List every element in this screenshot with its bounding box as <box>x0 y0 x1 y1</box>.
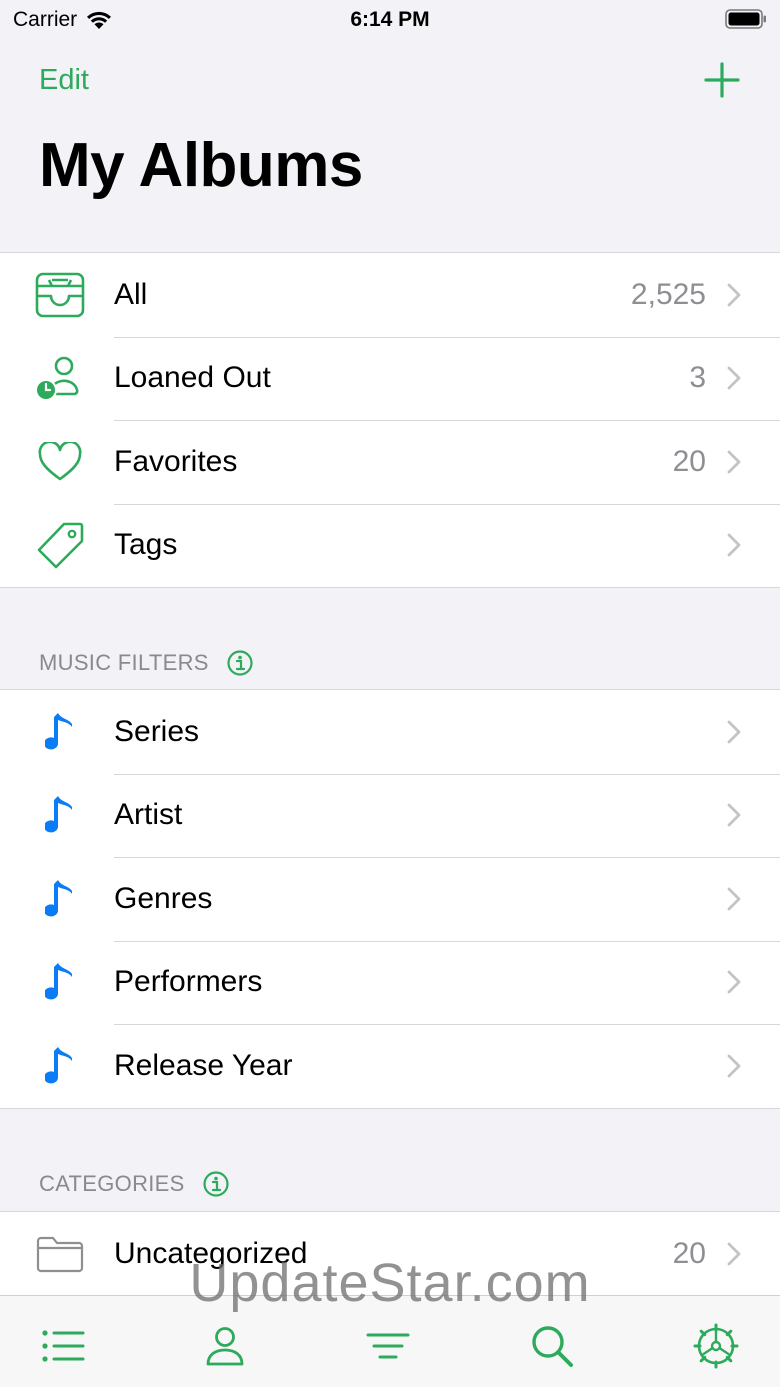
page-title: My Albums <box>39 131 363 200</box>
row-label: Artist <box>114 798 183 832</box>
row-label: Loaned Out <box>114 361 271 395</box>
chevron-right-icon <box>727 887 741 911</box>
library-group: All 2,525 Loaned Out 3 Favorites 20 Tags <box>0 252 780 588</box>
tab-people[interactable] <box>200 1324 250 1368</box>
library-row-all[interactable]: All 2,525 <box>0 253 780 337</box>
chevron-right-icon <box>727 1054 741 1078</box>
chevron-right-icon <box>727 720 741 744</box>
chevron-right-icon <box>727 803 741 827</box>
filter-row-series[interactable]: Series <box>0 690 780 774</box>
tab-list[interactable] <box>38 1324 88 1368</box>
status-time: 6:14 PM <box>350 8 430 31</box>
section-title: CATEGORIES <box>39 1171 185 1196</box>
chevron-right-icon <box>727 450 741 474</box>
filter-icon <box>366 1333 410 1359</box>
library-row-tags[interactable]: Tags <box>0 503 780 588</box>
edit-button[interactable]: Edit <box>39 64 89 97</box>
music-note-icon <box>34 1040 86 1092</box>
row-label: Favorites <box>114 444 238 478</box>
chevron-right-icon <box>727 970 741 994</box>
chevron-right-icon <box>727 283 741 307</box>
person-icon <box>206 1327 244 1366</box>
tab-filter[interactable] <box>363 1324 413 1368</box>
chevron-right-icon <box>727 1242 741 1266</box>
row-count: 20 <box>672 444 706 478</box>
row-label: Performers <box>114 965 263 999</box>
categories-header: CATEGORIES <box>39 1171 229 1197</box>
chevron-right-icon <box>727 533 741 557</box>
category-row-uncategorized[interactable]: Uncategorized 20 <box>0 1212 780 1296</box>
filter-row-artist[interactable]: Artist <box>0 773 780 858</box>
tab-search[interactable] <box>527 1324 577 1368</box>
row-label: Genres <box>114 881 213 915</box>
categories-group: Uncategorized 20 <box>0 1211 780 1296</box>
info-icon[interactable] <box>203 1171 229 1197</box>
status-bar: Carrier 6:14 PM <box>0 0 780 40</box>
tab-bar <box>0 1295 780 1387</box>
row-count: 3 <box>689 361 706 395</box>
filter-row-genres[interactable]: Genres <box>0 857 780 941</box>
navigation-bar: Edit <box>0 40 780 120</box>
folder-icon <box>34 1228 86 1280</box>
music-note-icon <box>34 789 86 841</box>
row-label: Series <box>114 714 200 748</box>
filter-row-performers[interactable]: Performers <box>0 940 780 1025</box>
library-row-loaned-out[interactable]: Loaned Out 3 <box>0 336 780 421</box>
tag-icon <box>34 519 86 571</box>
music-note-icon <box>34 956 86 1008</box>
music-filters-group: Series Artist Genres Performers Release … <box>0 689 780 1109</box>
row-count: 20 <box>672 1236 706 1270</box>
plus-icon <box>704 62 740 98</box>
music-note-icon <box>34 873 86 925</box>
gear-icon <box>693 1323 739 1369</box>
add-button[interactable] <box>702 60 742 100</box>
row-label: Release Year <box>114 1048 293 1082</box>
filter-row-release-year[interactable]: Release Year <box>0 1024 780 1108</box>
library-row-favorites[interactable]: Favorites 20 <box>0 420 780 504</box>
heart-icon <box>34 436 86 488</box>
music-note-icon <box>34 706 86 758</box>
inbox-tray-icon <box>34 269 86 321</box>
search-icon <box>532 1326 573 1367</box>
info-icon[interactable] <box>227 650 253 676</box>
music-filters-header: MUSIC FILTERS <box>39 650 253 676</box>
tab-settings[interactable] <box>691 1323 741 1369</box>
section-title: MUSIC FILTERS <box>39 650 209 675</box>
list-icon <box>42 1330 85 1362</box>
row-label: Tags <box>114 528 178 562</box>
chevron-right-icon <box>727 366 741 390</box>
row-label: Uncategorized <box>114 1236 308 1270</box>
battery-icon <box>725 9 766 29</box>
person-clock-icon <box>34 352 86 404</box>
row-count: 2,525 <box>630 277 706 311</box>
row-label: All <box>114 277 148 311</box>
